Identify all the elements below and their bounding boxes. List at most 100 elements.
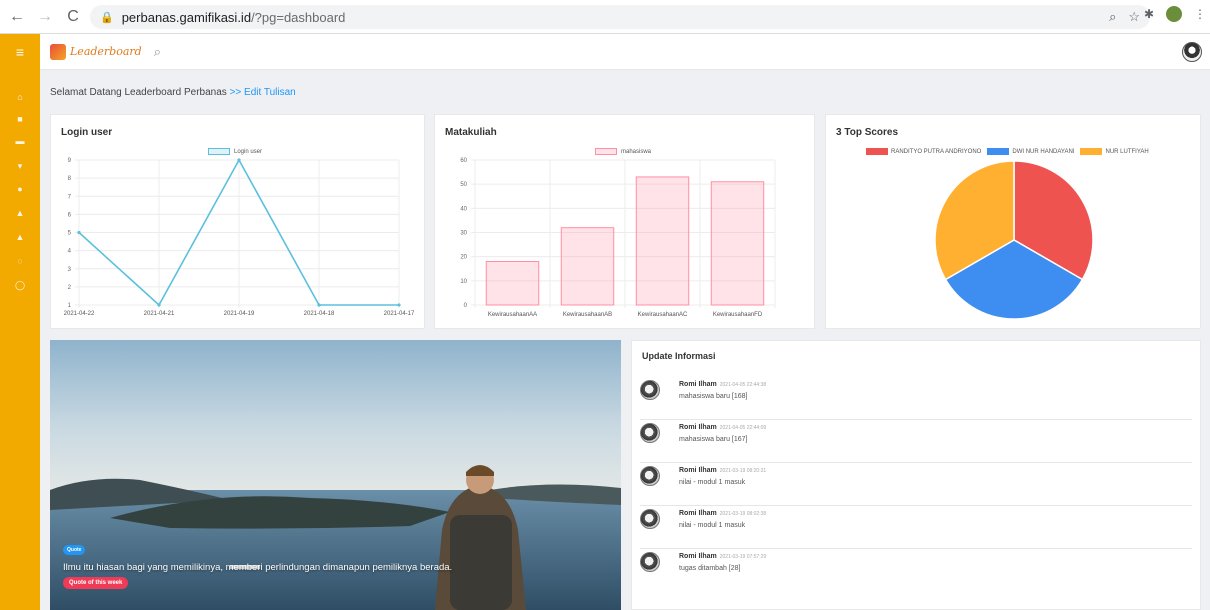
folder-icon[interactable]: ▬ xyxy=(0,132,40,150)
avatar xyxy=(640,466,660,486)
update-time: 2021-03-19 07:57:29 xyxy=(719,554,767,560)
author-name: Romi Ilham xyxy=(679,510,717,517)
forward-icon[interactable]: → xyxy=(34,6,56,28)
update-author: Romi Ilham 2021-04-05 22:44:09 xyxy=(679,424,766,431)
menu-kebab-icon[interactable]: ⋮ xyxy=(1194,7,1206,21)
browser-toolbar: ← → C 🔒 perbanas.gamifikasi.id/?pg=dashb… xyxy=(0,0,1210,34)
avatar xyxy=(640,509,660,529)
power-icon[interactable]: ◯ xyxy=(0,276,40,294)
user-tie-icon[interactable]: ▲ xyxy=(0,228,40,246)
list-item[interactable]: Romi Ilham 2021-04-05 22:44:09 mahasiswa … xyxy=(640,420,1192,463)
login-user-card: Login user Login user 1 2 3 4 5 6 7 8 9 2021-04-2… xyxy=(50,114,425,329)
trophy-icon[interactable]: ▾ xyxy=(0,157,40,175)
update-time: 2021-03-19 08:20:31 xyxy=(719,468,767,474)
update-list: Romi Ilham 2021-04-05 22:44:38 mahasiswa … xyxy=(640,377,1192,592)
data-point xyxy=(157,303,161,307)
y-tick-label: 6 xyxy=(68,212,72,218)
x-tick-label: KewirausahaanAA xyxy=(488,312,537,318)
x-tick-label: 2021-04-17 xyxy=(384,311,415,317)
update-author: Romi Ilham 2021-03-19 08:02:38 xyxy=(679,510,766,517)
profile-icon[interactable] xyxy=(1166,6,1182,22)
y-tick-label: 1 xyxy=(68,303,72,309)
app-header: ≡ Leaderboard ⌕ xyxy=(0,33,1210,70)
update-time: 2021-04-05 22:44:09 xyxy=(719,425,767,431)
welcome-text: Selamat Datang Leaderboard Perbanas xyxy=(50,87,230,98)
update-time: 2021-03-19 08:02:38 xyxy=(719,511,767,517)
author-name: Romi Ilham xyxy=(679,553,717,560)
y-tick-label: 40 xyxy=(460,206,467,212)
extensions-icon[interactable]: ✱ xyxy=(1144,7,1154,21)
update-message: mahasiswa baru [168] xyxy=(679,393,748,400)
list-item[interactable]: Romi Ilham 2021-03-19 07:57:29 tugas dita… xyxy=(640,549,1192,592)
matakuliah-card: Matakuliah mahasiswa 0 10 20 30 40 50 60 Kewira… xyxy=(434,114,815,329)
matakuliah-bar-chart: 0 10 20 30 40 50 60 KewirausahaanAA Kewirausahaa… xyxy=(460,158,776,318)
url-path: /?pg=dashboard xyxy=(251,9,346,25)
bar xyxy=(485,261,540,306)
author-name: Romi Ilham xyxy=(679,424,717,431)
avatar xyxy=(640,552,660,572)
edit-post-link[interactable]: >> Edit Tulisan xyxy=(230,87,296,98)
y-tick-label: 3 xyxy=(68,267,72,273)
list-item[interactable]: Romi Ilham 2021-03-19 08:02:38 nilai - mo… xyxy=(640,506,1192,549)
bookmark-star-icon[interactable]: ☆ xyxy=(1128,9,1140,25)
update-author: Romi Ilham 2021-03-19 08:20:31 xyxy=(679,467,766,474)
y-tick-label: 20 xyxy=(460,255,467,261)
y-tick-label: 30 xyxy=(460,231,467,237)
list-item[interactable]: Romi Ilham 2021-03-19 08:20:31 nilai - mo… xyxy=(640,463,1192,506)
top-scores-pie-chart xyxy=(934,160,1094,320)
top-scores-card: 3 Top Scores RANDITYO PUTRA ANDRIYONO DW… xyxy=(825,114,1201,329)
search-icon[interactable]: ⌕ xyxy=(154,44,161,60)
app-logo[interactable]: Leaderboard xyxy=(50,43,142,60)
lock-icon: 🔒 xyxy=(100,11,114,24)
x-tick-label: 2021-04-22 xyxy=(64,311,95,317)
update-author: Romi Ilham 2021-04-05 22:44:38 xyxy=(679,381,766,388)
menu-toggle-icon[interactable]: ≡ xyxy=(0,33,40,70)
update-message: nilai - modul 1 masuk xyxy=(679,522,746,529)
y-tick-label: 0 xyxy=(464,303,468,309)
x-tick-label: 2021-04-18 xyxy=(304,311,335,317)
address-bar[interactable]: 🔒 perbanas.gamifikasi.id/?pg=dashboard ⌕… xyxy=(90,5,1150,29)
data-point xyxy=(317,303,321,307)
url-host: perbanas.gamifikasi.id xyxy=(121,9,252,25)
quote-of-week-button[interactable]: Quote of this week xyxy=(63,577,129,589)
login-line-chart: 1 2 3 4 5 6 7 8 9 2021-04-22 2021-04-21 2021-04-19 2… xyxy=(64,158,415,317)
y-tick-label: 50 xyxy=(460,182,467,188)
x-tick-label: KewirausahaanAB xyxy=(563,312,612,318)
update-time: 2021-04-05 22:44:38 xyxy=(719,382,767,388)
y-tick-label: 10 xyxy=(460,279,467,285)
list-item[interactable]: Romi Ilham 2021-04-05 22:44:38 mahasiswa … xyxy=(640,377,1192,420)
users-icon[interactable]: ● xyxy=(0,180,40,198)
cube-icon[interactable]: ■ xyxy=(0,110,40,128)
data-point xyxy=(397,303,401,307)
zoom-icon[interactable]: ⌕ xyxy=(1109,9,1116,25)
author-name: Romi Ilham xyxy=(679,467,717,474)
update-message: tugas ditambah [28] xyxy=(679,565,741,572)
bar xyxy=(560,227,615,306)
y-tick-label: 5 xyxy=(68,231,72,237)
quote-badge: Quote xyxy=(63,545,86,555)
user-icon[interactable]: ▲ xyxy=(0,204,40,222)
avatar xyxy=(640,423,660,443)
breadcrumb: Selamat Datang Leaderboard Perbanas >> E… xyxy=(50,87,296,98)
x-tick-label: KewirausahaanFD xyxy=(713,312,763,318)
y-tick-label: 2 xyxy=(68,285,72,291)
back-icon[interactable]: ← xyxy=(6,6,28,28)
lightbulb-icon[interactable]: ○ xyxy=(0,252,40,270)
logo-text: Leaderboard xyxy=(70,45,142,58)
avatar xyxy=(640,380,660,400)
logo-icon xyxy=(50,43,66,60)
x-tick-label: 2021-04-19 xyxy=(224,311,255,317)
data-point xyxy=(237,158,241,162)
quote-text: Ilmu itu hiasan bagi yang memilikinya, m… xyxy=(63,562,453,573)
data-point xyxy=(77,230,81,235)
y-tick-label: 7 xyxy=(68,194,72,200)
user-avatar[interactable] xyxy=(1182,42,1202,62)
home-icon[interactable]: ⌂ xyxy=(0,88,40,106)
sidebar: ⌂ ■ ▬ ▾ ● ▲ ▲ ○ ◯ xyxy=(0,70,40,610)
bar xyxy=(710,181,765,306)
card-title: Update Informasi xyxy=(642,351,716,361)
y-tick-label: 8 xyxy=(68,176,72,182)
y-tick-label: 60 xyxy=(460,158,467,164)
reload-icon[interactable]: C xyxy=(62,6,84,28)
x-tick-label: KewirausahaanAC xyxy=(638,312,688,318)
